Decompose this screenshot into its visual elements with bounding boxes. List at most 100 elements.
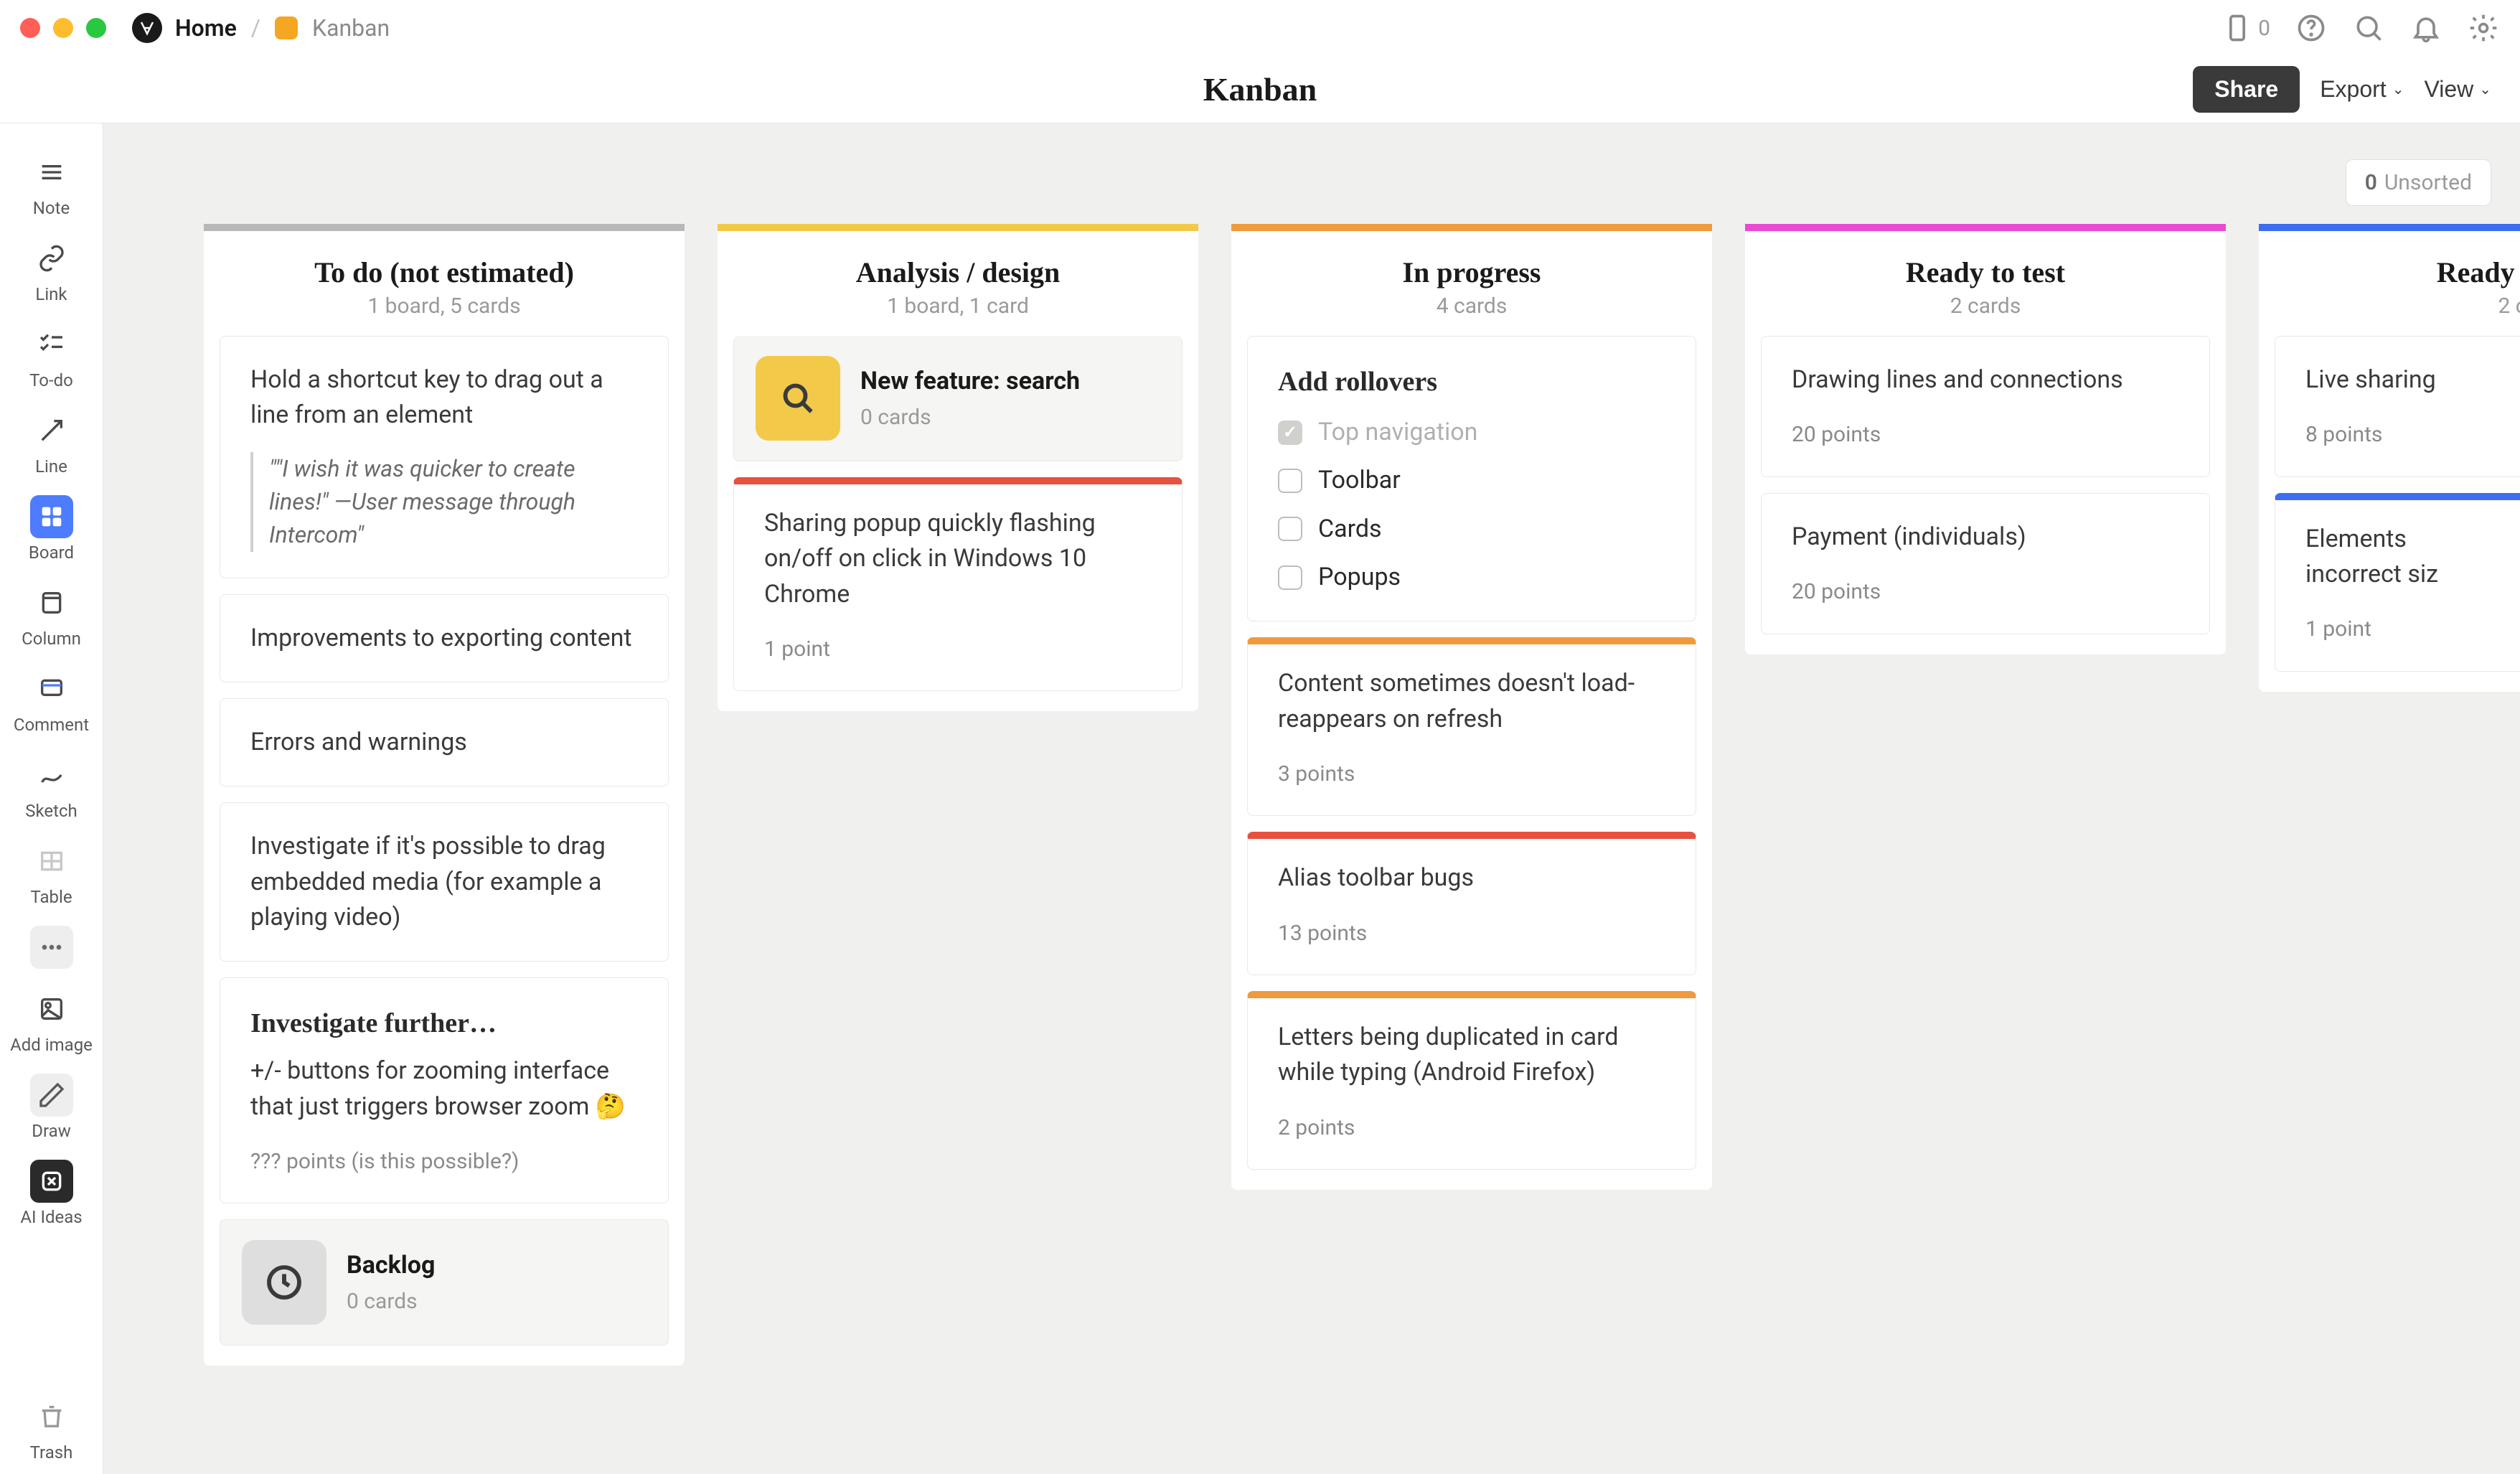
checkbox[interactable] (1278, 565, 1302, 590)
export-button[interactable]: Export ⌄ (2320, 76, 2404, 103)
kanban-card[interactable]: Drawing lines and connections 20 points (1761, 336, 2210, 477)
draw-icon (30, 1074, 73, 1117)
note-icon (30, 151, 73, 194)
kanban-card[interactable]: Alias toolbar bugs 13 points (1247, 832, 1696, 975)
nested-title: Backlog (347, 1248, 435, 1283)
tool-add-image[interactable]: Add image (0, 980, 103, 1066)
kanban-card[interactable]: Investigate if it's possible to drag emb… (220, 802, 669, 962)
tool-sidebar: Note Link To-do Line Board Column (0, 123, 103, 1474)
kanban-card[interactable]: Errors and warnings (220, 698, 669, 787)
kanban-card[interactable]: Content sometimes doesn't load- reappear… (1247, 637, 1696, 816)
close-window-button[interactable] (20, 18, 40, 38)
card-meta: 20 points (1792, 419, 2179, 451)
tool-link[interactable]: Link (0, 230, 103, 316)
kanban-card[interactable]: Letters being duplicated in card while t… (1247, 991, 1696, 1170)
tool-trash[interactable]: Trash (0, 1388, 103, 1474)
kanban-card[interactable]: Hold a shortcut key to drag out a line f… (220, 336, 669, 578)
card-body: Content sometimes doesn't load- reappear… (1278, 666, 1665, 737)
kanban-card[interactable]: Payment (individuals) 20 points (1761, 493, 2210, 634)
tool-draw[interactable]: Draw (0, 1066, 103, 1153)
card-body: +/- buttons for zooming interface that j… (250, 1053, 638, 1125)
card-quote: ""I wish it was quicker to create lines!… (250, 452, 638, 552)
kanban-card[interactable]: Elements incorrect siz 1 point (2275, 493, 2520, 672)
device-count[interactable]: 0 (2221, 11, 2270, 44)
breadcrumb: Home / Kanban (175, 14, 390, 42)
nested-title: New feature: search (860, 364, 1080, 399)
kanban-card[interactable]: Investigate further… +/- buttons for zoo… (220, 977, 669, 1203)
card-meta: 8 points (2305, 419, 2499, 451)
maximize-window-button[interactable] (86, 18, 106, 38)
card-body: Hold a shortcut key to drag out a line f… (250, 362, 638, 433)
tool-label: Note (33, 198, 70, 218)
nested-board-card[interactable]: New feature: search 0 cards (733, 336, 1183, 461)
nested-subtitle: 0 cards (347, 1286, 435, 1318)
tool-sketch[interactable]: Sketch (0, 746, 103, 832)
titlebar: Home / Kanban 0 (0, 0, 2520, 56)
tool-table[interactable]: Table (0, 832, 103, 919)
checkbox[interactable] (1278, 469, 1302, 493)
search-icon (756, 356, 840, 441)
minimize-window-button[interactable] (53, 18, 73, 38)
tool-label: Line (35, 456, 67, 477)
kanban-card[interactable]: Improvements to exporting content (220, 594, 669, 682)
device-icon (2221, 11, 2254, 44)
card-meta: 20 points (1792, 576, 2179, 608)
tool-label: AI Ideas (20, 1207, 82, 1227)
nested-board-card[interactable]: Backlog 0 cards (220, 1219, 669, 1346)
export-label: Export (2320, 76, 2386, 103)
tool-label: Draw (32, 1121, 71, 1141)
bell-icon[interactable] (2409, 11, 2443, 44)
card-meta: 13 points (1278, 918, 1665, 949)
view-button[interactable]: View ⌄ (2424, 76, 2491, 103)
help-icon[interactable] (2295, 11, 2328, 44)
tool-note[interactable]: Note (0, 144, 103, 230)
share-button[interactable]: Share (2193, 66, 2300, 113)
window-controls (20, 18, 106, 38)
card-title: Investigate further… (250, 1004, 638, 1043)
tool-column[interactable]: Column (0, 574, 103, 660)
tool-line[interactable]: Line (0, 402, 103, 488)
checkbox[interactable] (1278, 517, 1302, 541)
app-logo-icon[interactable] (132, 13, 162, 43)
card-body: Improvements to exporting content (250, 621, 638, 656)
card-body: Errors and warnings (250, 725, 638, 760)
column-in-progress[interactable]: In progress 4 cards Add rollovers Top na… (1231, 224, 1712, 1474)
tool-board[interactable]: Board (0, 488, 103, 574)
board-canvas[interactable]: 0 Unsorted To do (not estimated) 1 board… (103, 123, 2520, 1474)
checklist-item[interactable]: Top navigation (1278, 415, 1665, 450)
chevron-down-icon: ⌄ (2392, 80, 2404, 98)
column-ready-to-ship[interactable]: Ready to 2 car Live sharing 8 points Ele… (2259, 224, 2520, 1474)
column-subtitle: 2 car (2273, 294, 2520, 319)
search-icon[interactable] (2352, 11, 2385, 44)
card-body: Elements incorrect siz (2305, 522, 2499, 593)
breadcrumb-home[interactable]: Home (175, 14, 237, 42)
checklist-item[interactable]: Cards (1278, 512, 1665, 547)
column-analysis[interactable]: Analysis / design 1 board, 1 card New fe… (718, 224, 1198, 1474)
column-todo[interactable]: To do (not estimated) 1 board, 5 cards H… (204, 224, 685, 1474)
column-title: In progress (1246, 255, 1698, 289)
tool-comment[interactable]: Comment (0, 660, 103, 746)
device-count-value: 0 (2258, 16, 2270, 41)
tool-more[interactable] (0, 919, 103, 980)
tool-label: Table (30, 887, 72, 907)
tool-todo[interactable]: To-do (0, 316, 103, 402)
tool-ai-ideas[interactable]: AI Ideas (0, 1153, 103, 1239)
checklist-item[interactable]: Popups (1278, 560, 1665, 595)
breadcrumb-page[interactable]: Kanban (312, 14, 390, 42)
checklist-label: Cards (1318, 512, 1382, 547)
kanban-card[interactable]: Add rollovers Top navigation Toolbar (1247, 336, 1696, 621)
card-body: Live sharing (2305, 362, 2499, 398)
view-label: View (2424, 76, 2473, 103)
checklist-item[interactable]: Toolbar (1278, 463, 1665, 498)
gear-icon[interactable] (2467, 11, 2500, 44)
checkbox-checked[interactable] (1278, 421, 1302, 445)
column-ready-to-test[interactable]: Ready to test 2 cards Drawing lines and … (1745, 224, 2226, 1474)
ai-icon (30, 1160, 73, 1203)
card-body: Sharing popup quickly flashing on/off on… (764, 506, 1152, 612)
unsorted-pill[interactable]: 0 Unsorted (2346, 159, 2491, 206)
kanban-card[interactable]: Live sharing 8 points (2275, 336, 2520, 477)
tool-label: Link (35, 284, 67, 304)
card-meta: 3 points (1278, 759, 1665, 790)
trash-icon (30, 1395, 73, 1438)
kanban-card[interactable]: Sharing popup quickly flashing on/off on… (733, 477, 1183, 691)
